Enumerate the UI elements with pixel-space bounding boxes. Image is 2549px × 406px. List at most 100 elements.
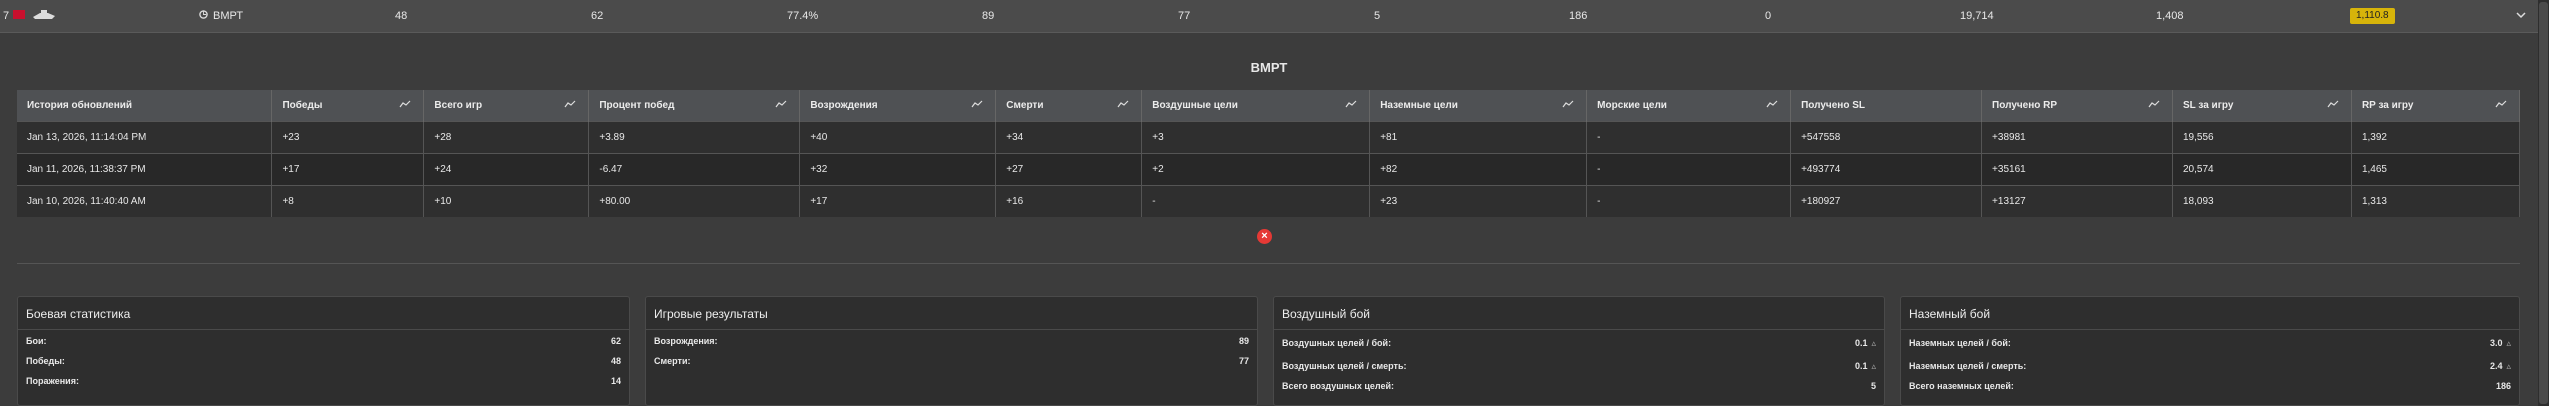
table-cell: -	[1141, 185, 1371, 217]
trend-chart-icon[interactable]	[2495, 100, 2507, 111]
column-header[interactable]: Воздушные цели	[1141, 90, 1371, 122]
column-header[interactable]: RP за игру	[2351, 90, 2521, 122]
table-header-row: История обновлений Победы Всего игр Проц…	[17, 90, 2521, 122]
table-cell: +17	[799, 185, 997, 217]
country-flag-icon	[13, 10, 25, 19]
summary-deaths: 77	[1178, 10, 1191, 22]
summary-naval-kills: 0	[1765, 10, 1772, 22]
column-header[interactable]: Всего игр	[423, 90, 590, 122]
trend-chart-icon[interactable]	[775, 100, 787, 111]
column-header[interactable]: История обновлений	[17, 90, 273, 122]
stat-row: Воздушных целей / смерть: 0.1 ▵	[1282, 361, 1876, 371]
table-cell: +17	[271, 153, 425, 186]
summary-win-rate: 77.4%	[787, 10, 819, 22]
table-cell: +8	[271, 185, 425, 217]
column-header[interactable]: Победы	[271, 90, 425, 122]
air-combat-panel: Воздушный бой Воздушных целей / бой: 0.1 ▵…	[1273, 296, 1885, 406]
vehicle-thumbnail-icon	[32, 9, 56, 24]
info-triangle-icon: ▵	[1871, 361, 1876, 371]
table-cell: Jan 10, 2026, 11:40:40 AM	[17, 185, 273, 217]
column-header[interactable]: Морские цели	[1586, 90, 1792, 122]
column-header[interactable]: Процент побед	[588, 90, 801, 122]
vehicle-type-icon	[199, 10, 208, 22]
game-results-panel: Игровые результаты Возрождения: 89 Смерти…	[645, 296, 1258, 406]
section-title: ВМРТ	[1250, 60, 1288, 75]
trend-chart-icon[interactable]	[1562, 100, 1574, 111]
summary-air-kills: 5	[1374, 10, 1381, 22]
trend-chart-icon[interactable]	[1766, 100, 1778, 111]
update-history-table: История обновлений Победы Всего игр Проц…	[17, 90, 2521, 217]
info-triangle-icon: ▵	[1871, 338, 1876, 348]
summary-rp-per-game: 1,408	[2156, 10, 2184, 22]
close-icon[interactable]: ×	[1257, 229, 1272, 244]
table-cell: +3.89	[588, 121, 801, 154]
table-cell: +24	[423, 153, 590, 186]
scrollbar[interactable]	[2538, 0, 2549, 406]
column-header[interactable]: SL за игру	[2172, 90, 2352, 122]
summary-ground-kills: 186	[1569, 10, 1588, 22]
stat-row: Наземных целей / смерть: 2.4 ▵	[1909, 361, 2511, 371]
table-cell: +180927	[1790, 185, 1983, 217]
info-triangle-icon: ▵	[2506, 338, 2511, 348]
stat-row: Всего воздушных целей: 5	[1282, 381, 1876, 391]
stat-row: Бои: 62	[26, 336, 621, 346]
scrollbar-thumb[interactable]	[2539, 2, 2548, 404]
table-row: Jan 10, 2026, 11:40:40 AM +8 +10 +80.00 …	[17, 185, 2521, 217]
combat-stats-panel: Боевая статистика Бои: 62 Победы: 48 Пораж…	[17, 296, 630, 406]
trend-chart-icon[interactable]	[399, 100, 411, 111]
trend-chart-icon[interactable]	[971, 100, 983, 111]
table-cell: +23	[1369, 185, 1588, 217]
table-cell: 1,392	[2351, 121, 2521, 154]
column-header[interactable]: Получено SL	[1790, 90, 1983, 122]
table-cell: +32	[799, 153, 997, 186]
ground-combat-panel: Наземный бой Наземных целей / бой: 3.0 ▵ Н…	[1900, 296, 2520, 406]
table-cell: +80.00	[588, 185, 801, 217]
summary-respawns: 89	[982, 10, 995, 22]
column-header[interactable]: Наземные цели	[1369, 90, 1588, 122]
stat-row: Победы: 48	[26, 356, 621, 366]
table-cell: +16	[995, 185, 1143, 217]
summary-wins: 48	[395, 10, 408, 22]
table-cell: +10	[423, 185, 590, 217]
summary-battles: 62	[591, 10, 604, 22]
table-cell: +40	[799, 121, 997, 154]
vehicle-summary-row[interactable]: 7 ВМРТ 48 62 77.4% 89 77 5 186 0 19,714 …	[0, 0, 2538, 33]
table-cell: 1,465	[2351, 153, 2521, 186]
trend-chart-icon[interactable]	[2148, 100, 2160, 111]
table-cell: 19,556	[2172, 121, 2352, 154]
rank-number: 7	[3, 10, 10, 22]
table-cell: +3	[1141, 121, 1371, 154]
column-header[interactable]: Возрождения	[799, 90, 997, 122]
trend-chart-icon[interactable]	[564, 100, 576, 111]
table-cell: +35161	[1981, 153, 2173, 186]
table-cell: 1,313	[2351, 185, 2521, 217]
stat-row: Наземных целей / бой: 3.0 ▵	[1909, 338, 2511, 348]
column-header[interactable]: Получено RP	[1981, 90, 2173, 122]
table-cell: +28	[423, 121, 590, 154]
column-header[interactable]: Смерти	[995, 90, 1143, 122]
stat-row: Смерти: 77	[654, 356, 1249, 366]
trend-chart-icon[interactable]	[1345, 100, 1357, 111]
table-cell: +34	[995, 121, 1143, 154]
table-cell: +81	[1369, 121, 1588, 154]
trend-chart-icon[interactable]	[2327, 100, 2339, 111]
table-cell: -	[1586, 121, 1792, 154]
panel-title: Игровые результаты	[646, 297, 1257, 330]
table-cell: +547558	[1790, 121, 1983, 154]
table-cell: +2	[1141, 153, 1371, 186]
info-triangle-icon: ▵	[2506, 361, 2511, 371]
table-cell: Jan 13, 2026, 11:14:04 PM	[17, 121, 273, 154]
vehicle-name[interactable]: ВМРТ	[213, 10, 243, 22]
stat-row: Воздушных целей / бой: 0.1 ▵	[1282, 338, 1876, 348]
stat-row: Поражения: 14	[26, 376, 621, 386]
table-cell: -	[1586, 185, 1792, 217]
chevron-down-icon[interactable]	[2515, 9, 2527, 21]
panel-title: Наземный бой	[1901, 297, 2519, 330]
table-cell: Jan 11, 2026, 11:38:37 PM	[17, 153, 273, 186]
table-cell: +13127	[1981, 185, 2173, 217]
trend-chart-icon[interactable]	[1117, 100, 1129, 111]
table-cell: 18,093	[2172, 185, 2352, 217]
table-row: Jan 11, 2026, 11:38:37 PM +17 +24 -6.47 …	[17, 153, 2521, 186]
divider	[17, 263, 2520, 264]
rating-badge: 1,110.8	[2350, 8, 2395, 24]
